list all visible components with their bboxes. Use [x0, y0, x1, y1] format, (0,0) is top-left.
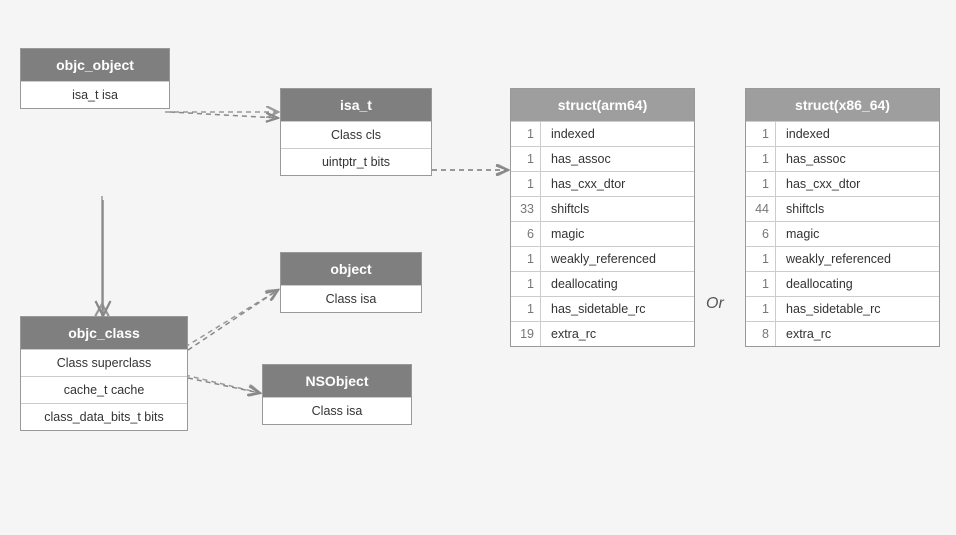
objc-object-box: objc_object isa_t isa — [20, 48, 170, 109]
struct-x86-table: struct(x86_64) 1 indexed 1 has_assoc 1 h… — [745, 88, 940, 347]
struct-arm64-table: struct(arm64) 1 indexed 1 has_assoc 1 ha… — [510, 88, 695, 347]
struct-arm64-row-magic: 6 magic — [511, 221, 694, 246]
objc-class-box: objc_class Class superclass cache_t cach… — [20, 316, 188, 431]
struct-arm64-row-deallocating: 1 deallocating — [511, 271, 694, 296]
isa-t-header: isa_t — [281, 89, 431, 121]
struct-x86-row-has-sidetable: 1 has_sidetable_rc — [746, 296, 939, 321]
struct-arm64-row-has-assoc: 1 has_assoc — [511, 146, 694, 171]
objc-object-header: objc_object — [21, 49, 169, 81]
object-row-isa: Class isa — [281, 285, 421, 312]
struct-x86-row-weakly-ref: 1 weakly_referenced — [746, 246, 939, 271]
struct-x86-row-has-cxx-dtor: 1 has_cxx_dtor — [746, 171, 939, 196]
objc-class-row-cache: cache_t cache — [21, 376, 187, 403]
struct-x86-header: struct(x86_64) — [746, 89, 939, 121]
struct-x86-row-magic: 6 magic — [746, 221, 939, 246]
struct-arm64-header: struct(arm64) — [511, 89, 694, 121]
object-box: object Class isa — [280, 252, 422, 313]
struct-x86-row-has-assoc: 1 has_assoc — [746, 146, 939, 171]
struct-arm64-row-indexed: 1 indexed — [511, 121, 694, 146]
diagram-container: objc_object isa_t isa isa_t Class cls ui… — [0, 0, 956, 535]
objc-object-row-isa: isa_t isa — [21, 81, 169, 108]
or-label: Or — [706, 295, 724, 313]
struct-arm64-row-shiftcls: 33 shiftcls — [511, 196, 694, 221]
objc-class-row-superclass: Class superclass — [21, 349, 187, 376]
objc-class-header: objc_class — [21, 317, 187, 349]
objc-class-row-bits: class_data_bits_t bits — [21, 403, 187, 430]
struct-arm64-row-has-cxx-dtor: 1 has_cxx_dtor — [511, 171, 694, 196]
object-header: object — [281, 253, 421, 285]
isa-t-box: isa_t Class cls uintptr_t bits — [280, 88, 432, 176]
struct-x86-row-extra-rc: 8 extra_rc — [746, 321, 939, 346]
nsobject-box: NSObject Class isa — [262, 364, 412, 425]
struct-arm64-row-extra-rc: 19 extra_rc — [511, 321, 694, 346]
struct-x86-row-indexed: 1 indexed — [746, 121, 939, 146]
struct-arm64-row-weakly-ref: 1 weakly_referenced — [511, 246, 694, 271]
nsobject-header: NSObject — [263, 365, 411, 397]
struct-arm64-row-has-sidetable: 1 has_sidetable_rc — [511, 296, 694, 321]
nsobject-row-isa: Class isa — [263, 397, 411, 424]
struct-x86-row-shiftcls: 44 shiftcls — [746, 196, 939, 221]
isa-t-row-bits: uintptr_t bits — [281, 148, 431, 175]
struct-x86-row-deallocating: 1 deallocating — [746, 271, 939, 296]
isa-t-row-cls: Class cls — [281, 121, 431, 148]
